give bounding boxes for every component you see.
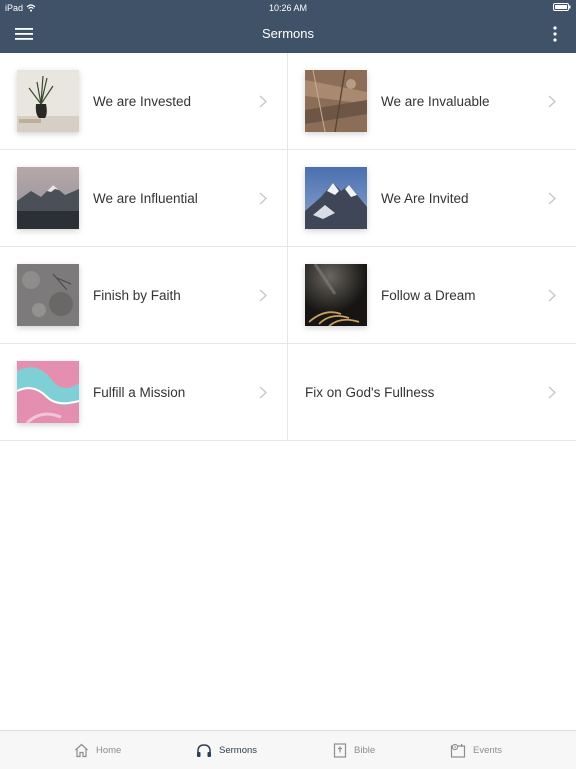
tab-label: Sermons [219,744,258,756]
chevron-right-icon [259,386,267,399]
chevron-right-icon [259,289,267,302]
status-bar: iPad 10:26 AM [0,0,576,15]
tab-sermons[interactable]: Sermons [196,731,257,769]
page-title: Sermons [261,26,315,41]
sermon-title: Fix on God's Fullness [305,385,435,400]
chevron-right-icon [259,95,267,108]
home-icon [75,743,88,757]
battery-icon [553,3,571,11]
sermon-item[interactable]: Follow a Dream [288,247,576,344]
nav-bar: Sermons [0,15,576,53]
canyon-aerial-icon [305,70,367,132]
sermon-item[interactable]: Fix on God's Fullness [288,344,576,441]
chevron-right-icon [548,386,556,399]
status-time: 10:26 AM [268,3,308,13]
mountain-dusk-icon [17,167,79,229]
chevron-right-icon [259,192,267,205]
sermon-title: Follow a Dream [381,288,476,303]
tab-home[interactable]: Home [74,731,121,769]
tab-bible[interactable]: Bible [333,731,375,769]
sermon-item[interactable]: We are Invested [0,53,288,150]
sermon-item[interactable]: Finish by Faith [0,247,288,344]
sermon-item[interactable]: We are Invaluable [288,53,576,150]
sermon-item[interactable]: We Are Invited [288,150,576,247]
sermon-title: Fulfill a Mission [93,385,186,400]
more-options-icon[interactable] [552,26,558,42]
sermon-title: We are Invested [93,94,192,109]
wheat-light-icon [305,264,367,326]
tab-label: Home [96,744,122,756]
vase-plant-icon [17,70,79,132]
marble-paint-icon [17,361,79,423]
chevron-right-icon [548,289,556,302]
sermon-title: Finish by Faith [93,288,181,303]
sermon-title: We are Influential [93,191,198,206]
sermon-title: We Are Invited [381,191,469,206]
tab-bar: Home Sermons Bible Events [0,730,576,769]
calendar-icon [450,743,466,758]
bible-icon [333,742,347,758]
tab-label: Bible [354,744,376,756]
app-header: iPad 10:26 AM Sermons [0,0,576,53]
sermon-title: We are Invaluable [381,94,490,109]
chevron-right-icon [548,192,556,205]
chevron-right-icon [548,95,556,108]
sermon-item[interactable]: We are Influential [0,150,288,247]
snowy-peak-icon [305,167,367,229]
stone-texture-icon [17,264,79,326]
sermon-item[interactable]: Fulfill a Mission [0,344,288,441]
tab-events[interactable]: Events [450,731,502,769]
tab-label: Events [473,744,503,756]
headphones-icon [197,743,211,757]
